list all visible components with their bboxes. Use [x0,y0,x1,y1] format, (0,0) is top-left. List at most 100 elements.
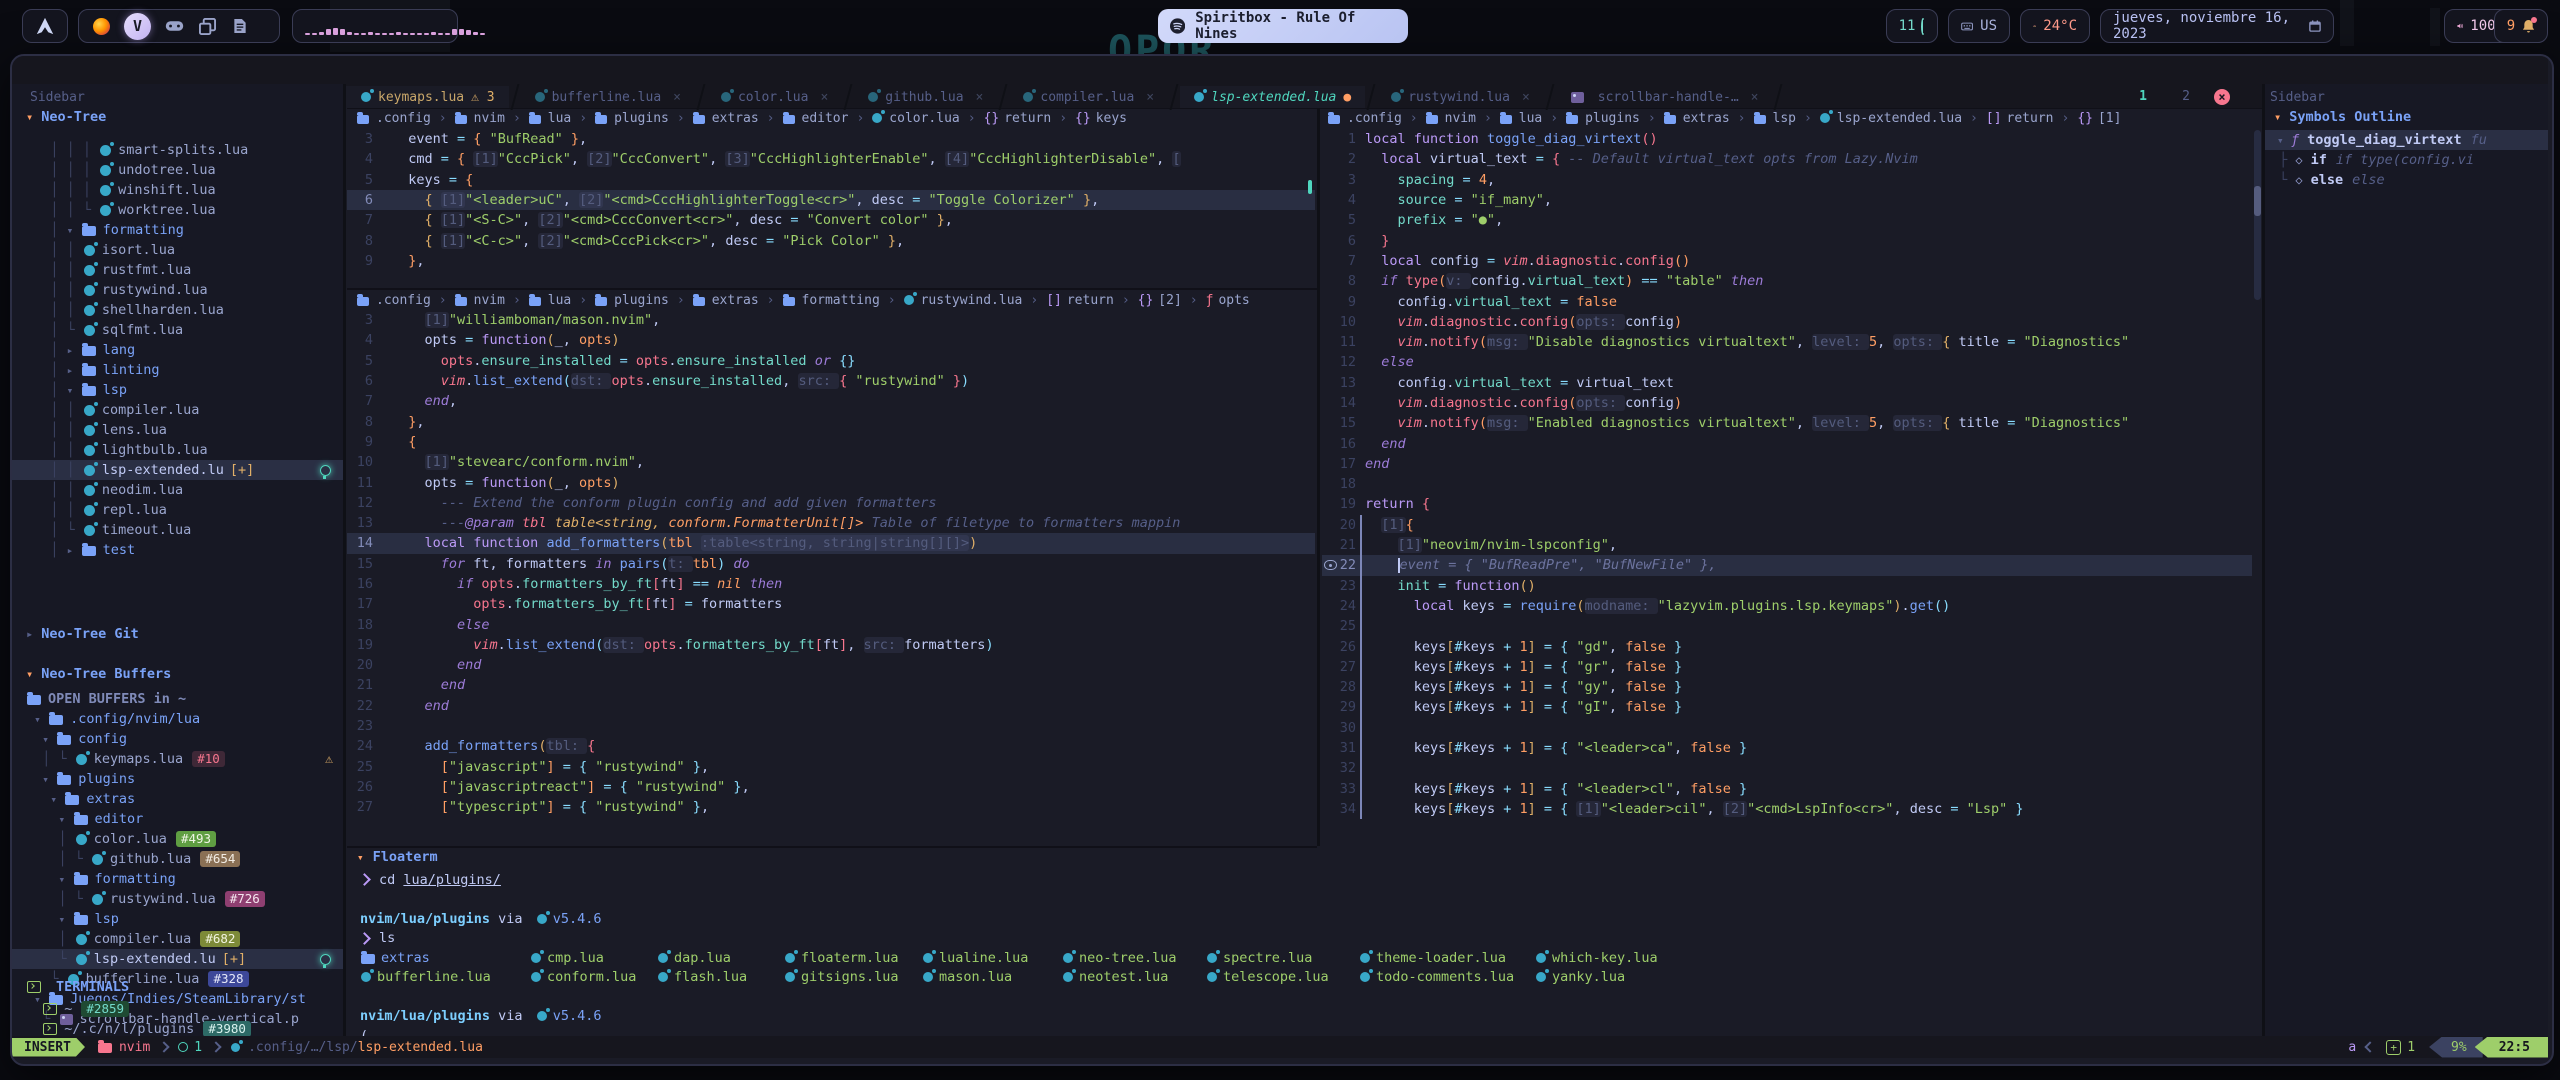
code-line[interactable]: 25 ["javascript"] = { "rustywind" }, [347,757,1315,777]
tree-item[interactable]: │ └ sqlfmt.lua [12,320,343,340]
right-sidebar-divider[interactable] [2262,84,2265,1036]
floaterm-terminal[interactable]: cd lua/plugins/nvim/lua/plugins via v5.4… [360,870,2260,1046]
symbol-item[interactable]: ▾ƒtoggle_diag_virtextfu [2265,130,2548,150]
code-line[interactable]: 11 opts = function(_, opts) [347,472,1315,492]
code-line[interactable]: 12 else [1322,352,2252,372]
tab-close-icon[interactable]: × [976,90,984,105]
symbol-item[interactable]: ├ ◇ifif type(config.vi [2265,150,2548,170]
code-line[interactable]: 18 [1322,474,2252,494]
pane-divider[interactable] [1317,108,1320,846]
tab-rustywind-lua[interactable]: rustywind.lua× [1377,86,1544,108]
workspace-games[interactable] [164,16,184,36]
code-line[interactable]: 7 end, [347,391,1315,411]
code-line[interactable]: 24 local keys = require(modname: "lazyvi… [1322,596,2252,616]
code-line[interactable]: 6 vim.list_extend(dst: opts.ensure_insta… [347,371,1315,391]
file-entry[interactable]: lualine.lua [922,950,1062,966]
tree-item[interactable]: │ │ lightbulb.lua [12,440,343,460]
tab-close-icon[interactable]: × [673,90,681,105]
tree-item[interactable]: ▾lsp [12,909,343,929]
breadcrumb-segment[interactable]: nvim [455,293,505,308]
file-entry[interactable]: todo-comments.lua [1359,969,1535,985]
breadcrumb-segment[interactable]: ƒopts [1206,293,1250,308]
tree-item[interactable]: │ │ rustfmt.lua [12,260,343,280]
tree-item[interactable]: │ └ rustywind.lua#726 [12,889,343,909]
code-line[interactable]: 19return { [1322,494,2252,514]
breadcrumb-segment[interactable]: {}[1] [2077,111,2121,126]
tree-item[interactable]: │ │ │ undotree.lua [12,160,343,180]
code-line[interactable]: 23 [347,716,1315,736]
code-line[interactable]: 7 local config = vim.diagnostic.config() [1322,251,2252,271]
code-line[interactable]: 14 vim.diagnostic.config(opts: config) [1322,393,2252,413]
tree-item[interactable]: │ │ lens.lua [12,420,343,440]
terminal-item[interactable]: ~#2859 [12,999,343,1019]
workspace-firefox[interactable] [91,16,111,36]
tree-item[interactable]: │ │ │ winshift.lua [12,180,343,200]
code-line[interactable]: 20 [1]{ [1322,515,2252,535]
tree-item[interactable]: │ │ shellharden.lua [12,300,343,320]
symbol-item[interactable]: └ ◇elseelse [2265,170,2548,190]
media-widget[interactable]: Spiritbox - Rule Of Nines [1158,9,1408,43]
file-entry[interactable]: floaterm.lua [784,950,922,966]
breadcrumb-segment[interactable]: {}keys [1075,111,1127,126]
tab-bufferline-lua[interactable]: bufferline.lua× [521,86,695,108]
breadcrumb-segment[interactable]: .config [1328,111,1402,126]
breadcrumb-segment[interactable]: []return [1046,293,1114,308]
code-line[interactable]: 5 opts.ensure_installed = opts.ensure_in… [347,351,1315,371]
code-line[interactable]: 24 add_formatters(tbl: { [347,736,1315,756]
tree-item[interactable]: │ │ └ worktree.lua [12,200,343,220]
weather-widget[interactable]: 24°C [2020,9,2090,43]
code-line[interactable]: 8 { [1]"<C-c>", [2]"<cmd>CccPick<cr>", d… [347,230,1315,250]
code-line[interactable]: 7 { [1]"<S-C>", [2]"<cmd>CccConvert<cr>"… [347,210,1315,230]
code-line[interactable]: 23 init = function() [1322,576,2252,596]
code-line[interactable]: 16 end [1322,433,2252,453]
code-line[interactable]: 20 end [347,655,1315,675]
code-line[interactable]: 8 }, [347,411,1315,431]
tab-close-icon[interactable]: × [820,90,828,105]
file-entry[interactable]: neo-tree.lua [1062,950,1206,966]
code-line[interactable]: 22 end [347,696,1315,716]
tree-item[interactable]: │ │ │ smart-splits.lua [12,140,343,160]
code-line[interactable]: 29 keys[#keys + 1] = { "gI", false } [1322,697,2252,717]
code-line[interactable]: 21 end [347,675,1315,695]
tree-item[interactable]: │ ▸test [12,540,343,560]
floaterm-divider[interactable] [347,846,1317,848]
file-entry[interactable]: mason.lua [922,969,1062,985]
breadcrumb-segment[interactable]: .config [357,111,431,126]
tree-item[interactable]: OPEN BUFFERS in ~ [12,689,343,709]
breadcrumb-segment[interactable]: plugins [595,111,669,126]
tab-close-icon[interactable]: × [1751,90,1759,105]
breadcrumb-segment[interactable]: []return [1986,111,2054,126]
code-line[interactable]: 17 opts.formatters_by_ft[ft] = formatter… [347,594,1315,614]
tree-item[interactable]: └ lsp-extended.lu[+] [12,949,343,969]
sidebar-divider[interactable] [343,84,346,1036]
code-line[interactable]: 26 keys[#keys + 1] = { "gd", false } [1322,636,2252,656]
breadcrumb-segment[interactable]: extras [1664,111,1730,126]
code-line[interactable]: 15 vim.notify(msg: "Enabled diagnostics … [1322,413,2252,433]
launcher-button[interactable] [22,9,68,43]
tree-item[interactable]: ▾plugins [12,769,343,789]
code-line[interactable]: 33 keys[#keys + 1] = { "<leader>cl", fal… [1322,779,2252,799]
symbols-outline-header[interactable]: ▾ Symbols Outline [2274,109,2411,125]
tree-item[interactable]: │ │ isort.lua [12,240,343,260]
code-line[interactable]: 31 keys[#keys + 1] = { "<leader>ca", fal… [1322,738,2252,758]
code-line[interactable]: 26 ["javascriptreact"] = { "rustywind" }… [347,777,1315,797]
code-line[interactable]: 30 [1322,718,2252,738]
tree-item[interactable]: │ compiler.lua#682 [12,929,343,949]
breadcrumb-segment[interactable]: {}[2] [1138,293,1182,308]
close-all-button[interactable]: × [2214,89,2230,105]
tree-item[interactable]: ▾formatting [12,869,343,889]
tree-item[interactable]: │ │ rustywind.lua [12,280,343,300]
code-line[interactable]: 6 } [1322,230,2252,250]
code-line[interactable]: 4 cmd = { [1]"CccPick", [2]"CccConvert",… [347,149,1315,169]
tree-item[interactable]: │ ▾lsp [12,380,343,400]
breadcrumb-segment[interactable]: lsp-extended.lua [1820,111,1962,126]
file-entry[interactable]: which-key.lua [1535,950,1685,966]
tree-item[interactable]: │ ▸linting [12,360,343,380]
code-line[interactable]: 1local function toggle_diag_virtext() [1322,129,2252,149]
tab-number-1[interactable]: 1 [2139,86,2147,108]
code-line[interactable]: 6 { [1]"<leader>uC", [2]"<cmd>CccHighlig… [347,190,1315,210]
breadcrumb-segment[interactable]: lua [1500,111,1542,126]
tab-keymaps-lua[interactable]: keymaps.lua⚠ 3 [347,86,509,108]
tree-item[interactable]: │ │ lsp-extended.lu[+] [12,460,343,480]
code-line[interactable]: 22 event = { "BufReadPre", "BufNewFile" … [1322,555,2252,575]
